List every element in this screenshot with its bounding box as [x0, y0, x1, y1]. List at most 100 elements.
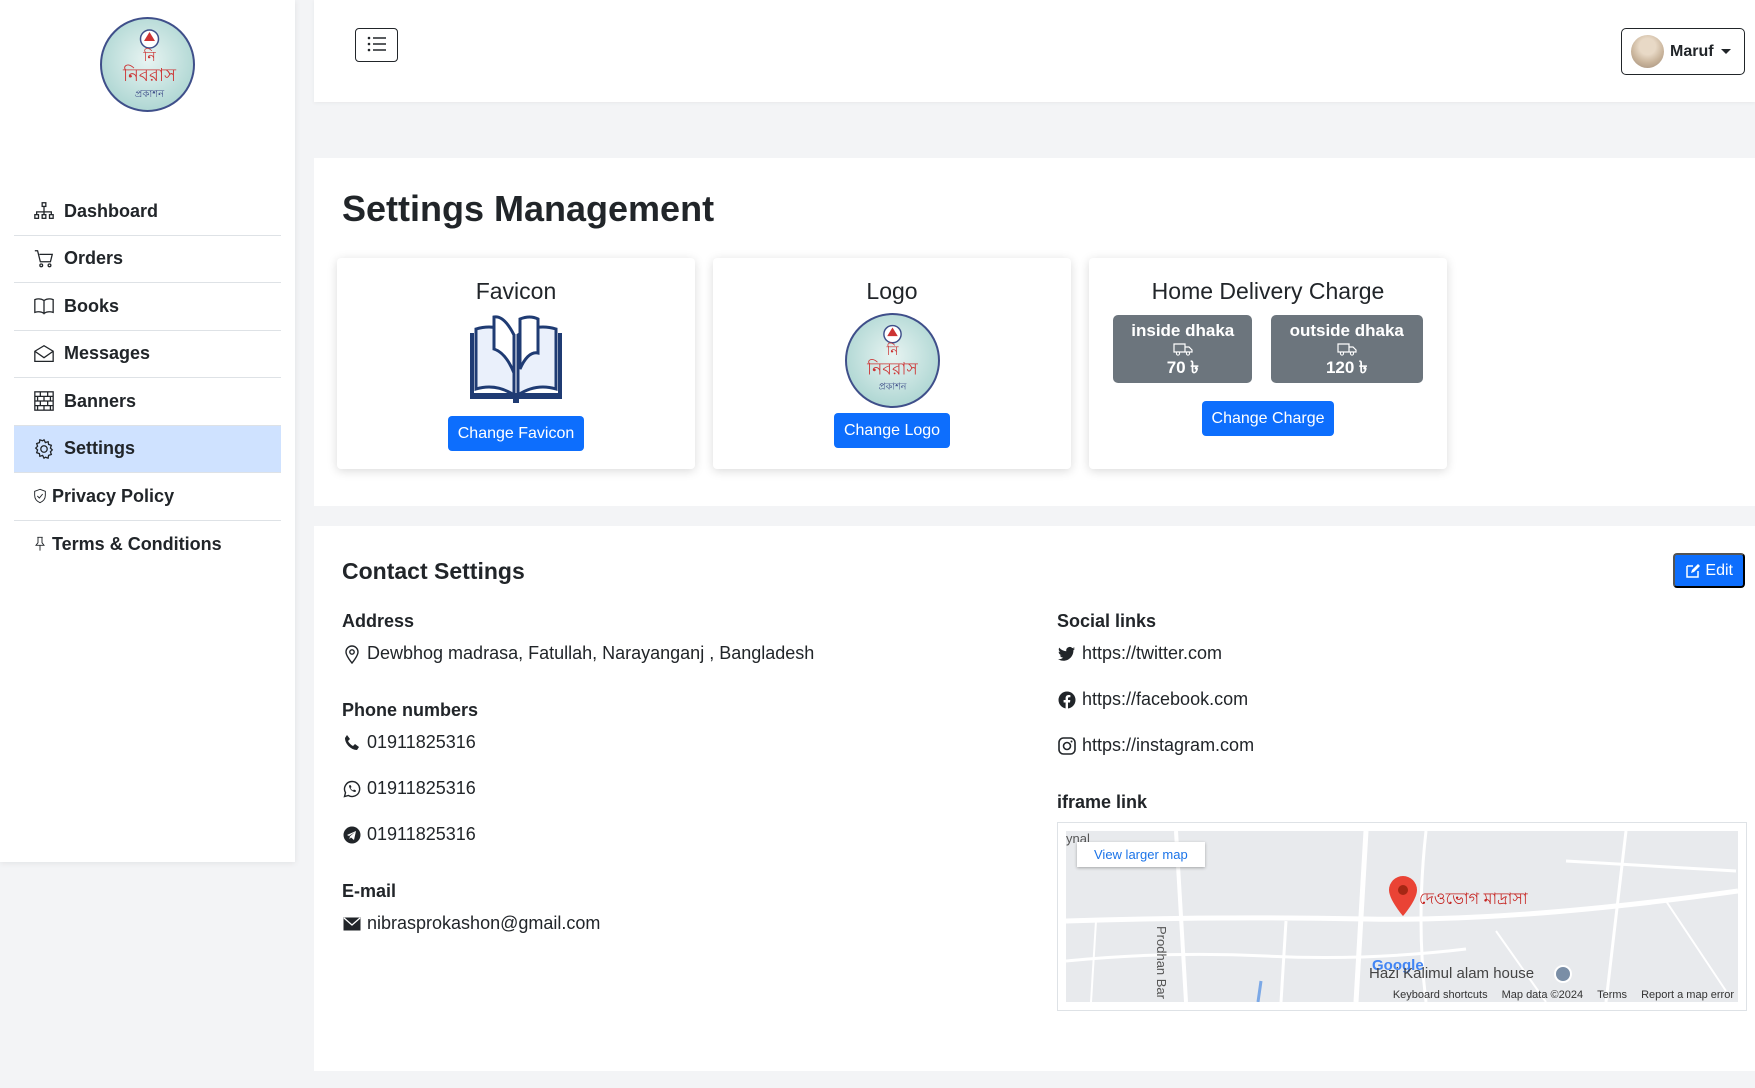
list-icon — [367, 36, 387, 55]
change-charge-button[interactable]: Change Charge — [1201, 401, 1335, 436]
sidebar-item-label: Settings — [64, 438, 136, 459]
whatsapp-icon — [342, 779, 362, 799]
outside-dhaka-value: 120 ৳ — [1325, 358, 1368, 377]
page-title: Settings Management — [342, 188, 715, 229]
pin-icon — [32, 532, 48, 556]
map-pin-icon — [342, 644, 362, 664]
email-text: nibrasprokashon@gmail.com — [367, 913, 601, 933]
brand-logo-preview: নি নিবরাস প্রকাশন — [844, 313, 940, 408]
delivery-charge-card: Home Delivery Charge inside dhaka 70 ৳ o… — [1089, 258, 1447, 469]
map-footer: Keyboard shortcuts Map data ©2024 Terms … — [1393, 989, 1734, 1001]
instagram-link[interactable]: https://instagram.com — [1082, 735, 1254, 756]
map-place-label: দেওভোগ মাদ্রাসা — [1419, 891, 1528, 908]
email-row: nibrasprokashon@gmail.com — [342, 913, 600, 934]
sidebar-nav: Dashboard Orders Books Messages Banners … — [14, 188, 281, 568]
settings-panel: Settings Management Favicon Change Favic… — [314, 158, 1755, 506]
sidebar-item-label: Orders — [64, 248, 124, 269]
telegram-icon — [342, 825, 362, 845]
svg-text:নি: নি — [885, 343, 898, 359]
sidebar-item-terms[interactable]: Terms & Conditions — [14, 521, 281, 569]
logo-card-title: Logo — [866, 278, 918, 304]
brand-logo[interactable]: নি নিবরাস প্রকাশন — [100, 17, 195, 112]
telegram-row: 01911825316 — [342, 824, 476, 845]
embedded-map[interactable]: ynal View larger map দেওভোগ মাদ্রাসা Pro… — [1057, 822, 1747, 1011]
svg-text:নি: নি — [142, 48, 156, 65]
whatsapp-row: 01911825316 — [342, 778, 476, 799]
map-poi-label: Hazi Kalimul alam house — [1369, 965, 1535, 982]
topbar: Maruf — [314, 0, 1755, 102]
sidebar: নি নিবরাস প্রকাশন Dashboard Orders Books… — [0, 0, 295, 862]
sidebar-item-privacy-policy[interactable]: Privacy Policy — [14, 473, 281, 521]
inside-dhaka-label: inside dhaka — [1131, 321, 1235, 340]
bricks-icon — [32, 389, 56, 413]
phone-icon — [342, 733, 362, 753]
outside-dhaka-badge: outside dhaka 120 ৳ — [1270, 315, 1423, 383]
address-text: Dewbhog madrasa, Fatullah, Narayanganj ,… — [367, 643, 815, 663]
iframe-link-label: iframe link — [1057, 792, 1148, 812]
sidebar-item-label: Books — [64, 295, 120, 316]
instagram-icon — [1057, 736, 1077, 756]
shield-check-icon — [32, 484, 48, 508]
view-larger-map-link[interactable]: View larger map — [1077, 842, 1205, 867]
svg-text:প্রকাশন: প্রকাশন — [878, 382, 907, 393]
inside-dhaka-badge: inside dhaka 70 ৳ — [1113, 315, 1253, 383]
contact-settings-title: Contact Settings — [342, 558, 525, 584]
map-street-label: Prodhan Bar — [1154, 926, 1169, 999]
sidebar-item-books[interactable]: Books — [14, 283, 281, 331]
delivery-card-title: Home Delivery Charge — [1151, 278, 1385, 304]
map-terms-link[interactable]: Terms — [1597, 989, 1627, 1001]
delivery-charges: inside dhaka 70 ৳ outside dhaka 120 ৳ — [1089, 315, 1447, 383]
sidebar-item-messages[interactable]: Messages — [14, 331, 281, 378]
address-label: Address — [342, 611, 415, 631]
sidebar-item-orders[interactable]: Orders — [14, 236, 281, 283]
contact-settings-panel: Contact Settings Edit Address Dewbhog ma… — [314, 526, 1755, 1071]
map-marker-icon — [1389, 876, 1417, 921]
favicon-card-title: Favicon — [475, 278, 557, 304]
whatsapp-number: 01911825316 — [367, 778, 476, 798]
favicon-card: Favicon Change Favicon — [337, 258, 695, 469]
cart-icon — [32, 247, 56, 271]
map-canvas[interactable]: ynal View larger map দেওভোগ মাদ্রাসা Pro… — [1066, 831, 1738, 1002]
phone-number: 01911825316 — [367, 732, 476, 752]
twitter-icon — [1057, 644, 1077, 664]
sidebar-item-settings[interactable]: Settings — [14, 425, 281, 473]
caret-down-icon — [1720, 49, 1731, 54]
edit-label: Edit — [1705, 561, 1733, 579]
twitter-row: https://twitter.com — [1057, 643, 1222, 664]
logo-card: Logo নি নিবরাস প্রকাশন Change Logo — [713, 258, 1071, 469]
sidebar-item-label: Banners — [64, 390, 137, 411]
twitter-link[interactable]: https://twitter.com — [1082, 643, 1222, 664]
sitemap-icon — [32, 199, 56, 223]
facebook-link[interactable]: https://facebook.com — [1082, 689, 1248, 710]
change-logo-button[interactable]: Change Logo — [833, 413, 951, 448]
sidebar-item-dashboard[interactable]: Dashboard — [14, 188, 281, 236]
sidebar-toggle-button[interactable] — [355, 28, 398, 62]
envelope-icon — [342, 914, 362, 934]
map-poi-icon — [1554, 965, 1572, 983]
user-menu-dropdown[interactable]: Maruf — [1621, 28, 1745, 75]
edit-icon — [1685, 563, 1701, 579]
sidebar-item-banners[interactable]: Banners — [14, 378, 281, 426]
change-favicon-button[interactable]: Change Favicon — [447, 416, 585, 451]
social-links-label: Social links — [1057, 611, 1157, 631]
book-icon — [32, 294, 56, 318]
svg-text:নিবরাস: নিবরাস — [122, 65, 177, 86]
envelope-icon — [32, 342, 56, 366]
instagram-row: https://instagram.com — [1057, 735, 1254, 756]
sidebar-item-label: Messages — [64, 343, 151, 364]
keyboard-shortcuts-link[interactable]: Keyboard shortcuts — [1393, 989, 1488, 1001]
email-label: E-mail — [342, 881, 397, 901]
facebook-icon — [1057, 690, 1077, 710]
truck-icon — [1113, 341, 1252, 357]
edit-button[interactable]: Edit — [1673, 553, 1745, 588]
gear-icon — [32, 437, 56, 461]
sidebar-item-label: Dashboard — [64, 200, 159, 221]
svg-text:প্রকাশন: প্রকাশন — [135, 89, 165, 100]
svg-text:নিবরাস: নিবরাস — [866, 358, 918, 379]
user-name: Maruf — [1670, 42, 1714, 60]
report-map-error-link[interactable]: Report a map error — [1641, 989, 1734, 1001]
facebook-row: https://facebook.com — [1057, 689, 1248, 710]
open-book-icon — [337, 313, 695, 413]
phone-label: Phone numbers — [342, 700, 479, 720]
map-data-text: Map data ©2024 — [1501, 989, 1584, 1001]
